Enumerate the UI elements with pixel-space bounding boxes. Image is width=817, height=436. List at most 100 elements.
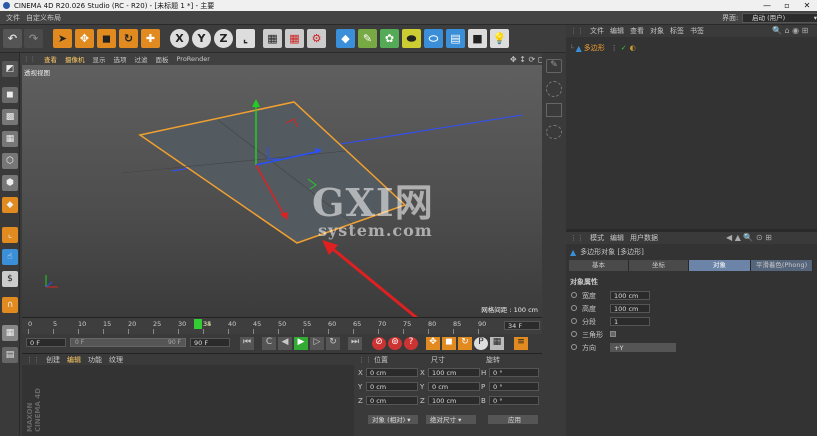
object-name[interactable]: 多边形 — [584, 43, 605, 53]
enabled-check-icon[interactable]: ✓ — [621, 44, 627, 52]
autokey-icon[interactable]: ⊚ — [388, 337, 402, 350]
om-menu-object[interactable]: 对象 — [650, 26, 664, 36]
attr-field-input[interactable]: 100 cm — [610, 291, 650, 300]
attr-menu-userdata[interactable]: 用户数据 — [630, 233, 658, 243]
y-axis-arrow[interactable] — [252, 99, 260, 107]
animate-param-icon[interactable] — [571, 292, 577, 298]
key-scale-icon[interactable]: ◼ — [442, 337, 456, 350]
perspective-viewport[interactable]: 透视视图 GXI网 system.com 网格间距 : 100 cm — [22, 65, 542, 317]
texture-mode-icon[interactable]: ▩ — [2, 109, 18, 125]
magnet-icon[interactable]: ∩ — [2, 297, 18, 313]
size-field[interactable]: 0 cm — [428, 382, 480, 391]
key-rotation-icon[interactable]: ↻ — [458, 337, 472, 350]
animate-param-icon[interactable] — [571, 305, 577, 311]
om-menu-file[interactable]: 文件 — [590, 26, 604, 36]
animate-param-icon[interactable] — [571, 331, 577, 337]
om-menu-view[interactable]: 查看 — [630, 26, 644, 36]
rotation-field[interactable]: 0 ° — [489, 368, 539, 377]
y-axis-button[interactable]: Y — [192, 29, 211, 48]
polygons-mode-icon[interactable]: ◆ — [2, 197, 18, 213]
tab-basic[interactable]: 基本 — [569, 260, 629, 271]
minimize-button[interactable]: — — [757, 0, 777, 11]
viewport-menu-panel[interactable]: 面板 — [156, 54, 169, 64]
viewport-menu-camera[interactable]: 摄像机 — [65, 54, 85, 64]
size-field[interactable]: 100 cm — [428, 396, 480, 405]
move-icon[interactable]: ✥ — [75, 29, 94, 48]
undo-icon[interactable]: ↶ — [3, 29, 22, 48]
orientation-select[interactable]: +Y — [610, 343, 676, 352]
tab-object[interactable]: 对象 — [689, 260, 751, 271]
om-menu-edit[interactable]: 编辑 — [610, 26, 624, 36]
play-icon[interactable]: ▶ — [294, 337, 308, 350]
size-field[interactable]: 100 cm — [428, 368, 480, 377]
lock-workplane-icon[interactable]: ▦ — [2, 325, 18, 341]
render-view-icon[interactable]: ▦ — [263, 29, 282, 48]
camera-icon[interactable]: ■ — [468, 29, 487, 48]
viewport-menu-filter[interactable]: 过滤 — [135, 54, 148, 64]
object-row[interactable]: └ ▲ 多边形 ⋮ ✓ ◐ — [570, 43, 810, 53]
om-menu-tag[interactable]: 标签 — [670, 26, 684, 36]
render-picture-viewer-icon[interactable]: ▦ — [285, 29, 304, 48]
viewport-menu-options[interactable]: 选项 — [114, 54, 127, 64]
menu-custom-layout[interactable]: 自定义布局 — [26, 13, 61, 23]
next-frame-icon[interactable]: ▷ — [310, 337, 324, 350]
key-pla-icon[interactable]: ▦ — [490, 337, 504, 350]
end-frame-field[interactable]: 90 F — [190, 338, 230, 347]
material-menu-function[interactable]: 功能 — [88, 355, 102, 365]
environment-icon[interactable]: ⬭ — [424, 29, 443, 48]
quantize-icon[interactable]: ▤ — [2, 347, 18, 363]
snap-icon[interactable]: $ — [2, 271, 18, 287]
attr-field-input[interactable]: 100 cm — [610, 304, 650, 313]
rotation-field[interactable]: 0 ° — [489, 382, 539, 391]
timeline-ruler[interactable]: 0 5 10 15 20 25 30 35 40 45 50 55 60 65 70 75 80 85 90 34 … — [22, 317, 542, 334]
tweak-mode-icon[interactable]: ☝ — [2, 249, 18, 265]
record-active-icon[interactable]: ⊘ — [372, 337, 386, 350]
rotation-field[interactable]: 0 ° — [489, 396, 539, 405]
key-param-icon[interactable]: P — [474, 337, 488, 350]
points-mode-icon[interactable]: ⬡ — [2, 153, 18, 169]
om-menu-bookmark[interactable]: 书签 — [690, 26, 704, 36]
go-to-end-icon[interactable]: ⏭ — [348, 337, 362, 350]
edges-mode-icon[interactable]: ⬢ — [2, 175, 18, 191]
select-arrow-icon[interactable]: ➤ — [53, 29, 72, 48]
menu-file[interactable]: 文件 — [6, 13, 20, 23]
phong-tag-icon[interactable]: ◐ — [630, 44, 636, 52]
position-field[interactable]: 0 cm — [366, 396, 418, 405]
start-frame-field[interactable]: 0 F — [26, 338, 66, 347]
attr-field-input[interactable]: 1 — [610, 317, 650, 326]
material-menu-edit[interactable]: 编辑 — [67, 355, 81, 365]
layer-tab-icon[interactable] — [546, 125, 562, 139]
interface-select[interactable]: 启动 (用户) ▾ — [742, 13, 817, 23]
content-browser-tab-icon[interactable] — [546, 81, 562, 97]
current-frame-field[interactable]: 34 F — [504, 321, 540, 330]
material-menu-create[interactable]: 创建 — [46, 355, 60, 365]
next-key-icon[interactable]: ↻ — [326, 337, 340, 350]
viewport-nav-icons[interactable]: ✥ ↕ ⟳ ◻ — [510, 55, 544, 64]
make-editable-icon[interactable]: ◩ — [2, 61, 18, 77]
plus-tool-icon[interactable]: ✚ — [141, 29, 160, 48]
animate-param-icon[interactable] — [571, 344, 577, 350]
attr-nav-icons[interactable]: ◀ ▲ 🔍 ⊙ ⊞ — [726, 233, 772, 242]
om-tool-icons[interactable]: 🔍 ⌂ ◉ ⊞ — [772, 26, 808, 35]
z-axis-button[interactable]: Z — [214, 29, 233, 48]
tab-coord[interactable]: 坐标 — [629, 260, 689, 271]
material-menu-texture[interactable]: 纹理 — [109, 355, 123, 365]
go-to-start-icon[interactable]: ⏮ — [240, 337, 254, 350]
structure-tab-icon[interactable] — [546, 103, 562, 117]
model-mode-icon[interactable]: ◼ — [2, 87, 18, 103]
coordinate-system-icon[interactable]: ⌞ — [236, 29, 255, 48]
visibility-dots-icon[interactable]: ⋮ — [611, 44, 618, 52]
attr-menu-mode[interactable]: 模式 — [590, 233, 604, 243]
triangle-checkbox[interactable] — [610, 331, 616, 337]
floor-icon[interactable]: ▤ — [446, 29, 465, 48]
render-settings-icon[interactable]: ⚙ — [307, 29, 326, 48]
object-manager-tab-icon[interactable]: ✎ — [546, 59, 562, 73]
cube-object-icon[interactable]: ◆ — [336, 29, 355, 48]
playhead[interactable] — [194, 319, 202, 329]
animate-param-icon[interactable] — [571, 318, 577, 324]
coord-mode-select[interactable]: 对象 (相对) ▾ — [368, 415, 418, 424]
keyframe-selection-icon[interactable]: ? — [404, 337, 418, 350]
close-button[interactable]: ✕ — [797, 0, 817, 11]
viewport-menu-prorender[interactable]: ProRender — [177, 55, 210, 63]
timeline-menu-icon[interactable]: ≡ — [514, 337, 528, 350]
